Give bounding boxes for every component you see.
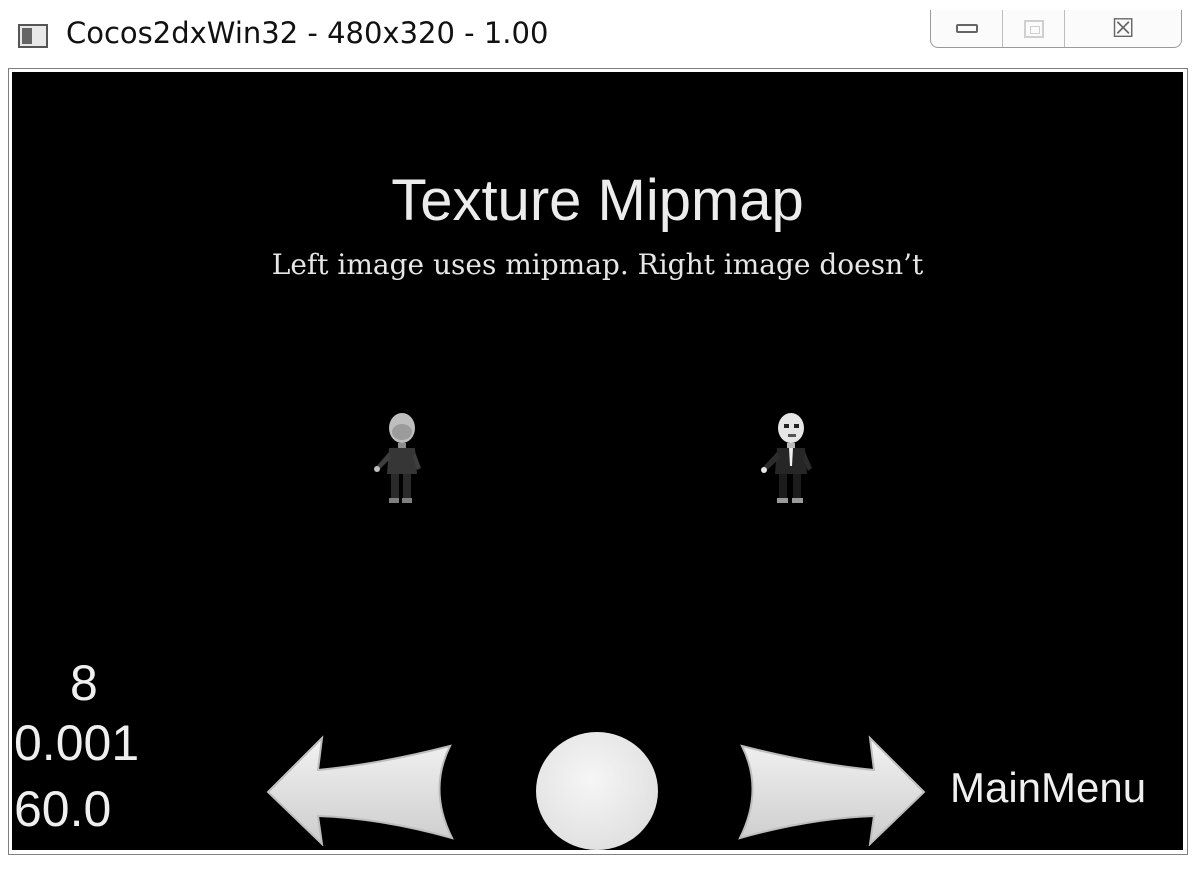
back-arrow-icon[interactable] xyxy=(260,734,458,846)
frame-time-stat: 0.001 xyxy=(14,715,140,771)
scene-title: Texture Mipmap xyxy=(391,168,804,233)
sprite-nomipmap-right xyxy=(761,413,812,503)
fps-stat: 60.0 xyxy=(14,781,112,837)
sprite-mipmap-left xyxy=(374,413,421,503)
app-window: Cocos2dxWin32 - 480x320 - 1.00 ☒ Texture… xyxy=(0,0,1200,869)
main-menu-button[interactable]: MainMenu xyxy=(950,764,1146,812)
game-viewport[interactable]: Texture Mipmap Left image uses mipmap. R… xyxy=(12,72,1183,850)
minimize-button[interactable] xyxy=(931,10,1003,47)
scene-subtitle: Left image uses mipmap. Right image does… xyxy=(271,248,924,281)
window-title: Cocos2dxWin32 - 480x320 - 1.00 xyxy=(66,16,549,50)
draw-calls-stat: 8 xyxy=(70,655,98,711)
maximize-icon xyxy=(1023,19,1044,38)
character-sprite xyxy=(374,413,421,503)
restart-circle-icon[interactable] xyxy=(536,732,658,850)
window-controls: ☒ xyxy=(930,10,1182,48)
maximize-button[interactable] xyxy=(1003,10,1065,47)
character-sprite xyxy=(761,413,812,503)
app-window-icon[interactable] xyxy=(18,24,48,48)
close-icon: ☒ xyxy=(1111,13,1135,44)
close-button[interactable]: ☒ xyxy=(1065,10,1181,47)
minimize-icon xyxy=(955,24,978,33)
next-arrow-icon[interactable] xyxy=(736,734,932,846)
title-bar[interactable]: Cocos2dxWin32 - 480x320 - 1.00 ☒ xyxy=(0,0,1200,68)
